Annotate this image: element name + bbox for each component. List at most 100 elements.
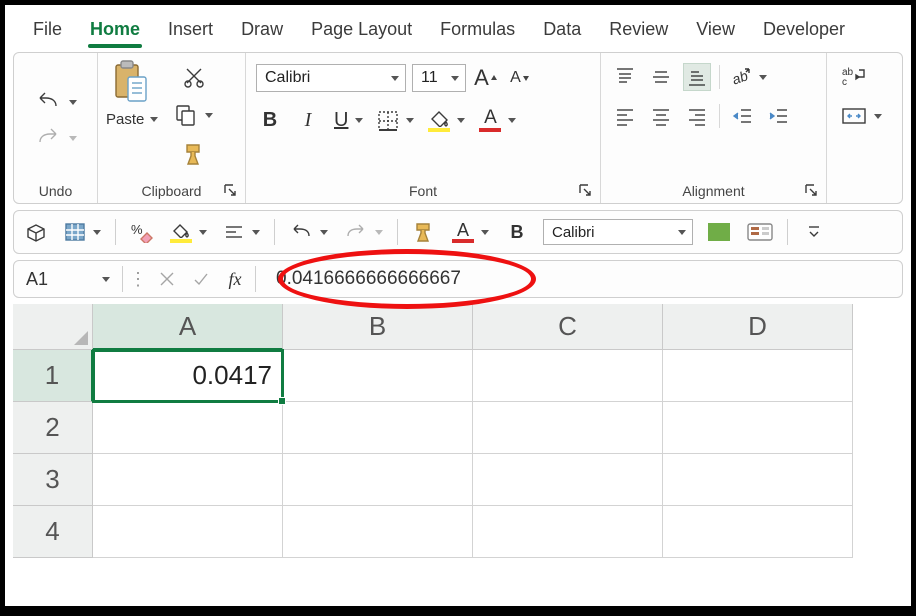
row-header-4[interactable]: 4 <box>13 506 93 558</box>
cell-d4[interactable] <box>663 506 853 558</box>
fill-handle[interactable] <box>278 397 286 405</box>
decrease-font-button[interactable]: A <box>506 65 534 91</box>
outdent-icon <box>731 105 753 127</box>
cell-a1[interactable]: 0.0417 <box>93 350 283 402</box>
align-middle-button[interactable] <box>647 64 675 90</box>
cell-d2[interactable] <box>663 402 853 454</box>
font-launcher[interactable] <box>578 183 592 197</box>
cell-a4[interactable] <box>93 506 283 558</box>
qat-percent-button[interactable]: % <box>128 219 156 245</box>
font-color-icon: A <box>479 109 501 127</box>
col-header-d[interactable]: D <box>663 304 853 350</box>
redo-icon <box>344 223 368 241</box>
fx-icon: fx <box>229 269 242 290</box>
x-icon <box>158 270 176 288</box>
cell-d1[interactable] <box>663 350 853 402</box>
decrease-indent-button[interactable] <box>728 103 756 129</box>
cancel-formula-button[interactable] <box>153 266 181 292</box>
fill-color-button[interactable] <box>426 107 467 134</box>
font-name-value: Calibri <box>265 69 310 87</box>
align-bottom-button[interactable] <box>683 63 711 91</box>
name-box-value: A1 <box>26 269 48 290</box>
tab-home[interactable]: Home <box>76 13 154 50</box>
tab-insert[interactable]: Insert <box>154 13 227 50</box>
quick-access-toolbar: % A B Calibri <box>13 210 903 254</box>
name-box[interactable]: A1 <box>20 269 116 290</box>
align-right-button[interactable] <box>683 103 711 129</box>
formula-input[interactable]: 0.0416666666666667 <box>262 268 461 290</box>
cell-c2[interactable] <box>473 402 663 454</box>
tab-developer[interactable]: Developer <box>749 13 859 50</box>
insert-function-button[interactable]: fx <box>221 266 249 292</box>
align-left-icon <box>614 105 636 127</box>
qat-fillcolor-button[interactable] <box>168 219 209 245</box>
cut-button[interactable] <box>180 63 208 91</box>
align-left-button[interactable] <box>611 103 639 129</box>
cell-a2[interactable] <box>93 402 283 454</box>
qat-customize-button[interactable] <box>800 219 828 245</box>
qat-redo-button[interactable] <box>342 219 385 245</box>
tab-formulas[interactable]: Formulas <box>426 13 529 50</box>
font-name-select[interactable]: Calibri <box>256 64 406 92</box>
paste-icon <box>112 59 152 105</box>
redo-button[interactable] <box>32 125 79 151</box>
underline-button[interactable]: U <box>332 107 365 134</box>
cell-b3[interactable] <box>283 454 473 506</box>
qat-form-button[interactable] <box>745 219 775 245</box>
paste-button[interactable]: Paste <box>106 59 158 128</box>
clipboard-launcher[interactable] <box>223 183 237 197</box>
increase-font-button[interactable]: A <box>472 63 500 93</box>
format-painter-button[interactable] <box>179 139 209 169</box>
align-center-button[interactable] <box>647 103 675 129</box>
tab-draw[interactable]: Draw <box>227 13 297 50</box>
enter-formula-button[interactable] <box>187 266 215 292</box>
cell-a3[interactable] <box>93 454 283 506</box>
qat-bold-button[interactable]: B <box>503 219 531 245</box>
col-header-b[interactable]: B <box>283 304 473 350</box>
qat-align-button[interactable] <box>221 219 262 245</box>
undo-button[interactable] <box>32 89 79 115</box>
cell-c4[interactable] <box>473 506 663 558</box>
qat-undo-button[interactable] <box>287 219 330 245</box>
tab-data[interactable]: Data <box>529 13 595 50</box>
bold-button[interactable]: B <box>256 107 284 134</box>
qat-fontcolor-button[interactable]: A <box>450 219 491 245</box>
cell-b2[interactable] <box>283 402 473 454</box>
redo-icon <box>34 128 62 148</box>
qat-3d-button[interactable] <box>22 219 50 245</box>
row-header-3[interactable]: 3 <box>13 454 93 506</box>
merge-center-button[interactable] <box>839 103 884 129</box>
qat-font-select[interactable]: Calibri <box>543 219 693 245</box>
increase-indent-button[interactable] <box>764 103 792 129</box>
cell-b4[interactable] <box>283 506 473 558</box>
cell-c3[interactable] <box>473 454 663 506</box>
tab-file[interactable]: File <box>19 13 76 50</box>
copy-button[interactable] <box>172 101 215 129</box>
borders-button[interactable] <box>375 108 416 134</box>
qat-format-painter-button[interactable] <box>410 219 438 245</box>
orientation-button[interactable]: ab <box>728 64 769 90</box>
cell-b1[interactable] <box>283 350 473 402</box>
wrap-text-button[interactable]: abc <box>839 63 869 89</box>
tab-view[interactable]: View <box>682 13 749 50</box>
row-header-1[interactable]: 1 <box>13 350 93 402</box>
italic-button[interactable]: I <box>294 107 322 134</box>
qat-table-button[interactable] <box>62 219 103 245</box>
alignment-launcher[interactable] <box>804 183 818 197</box>
col-header-a[interactable]: A <box>93 304 283 350</box>
group-label-alignment: Alignment <box>609 181 818 199</box>
cell-d3[interactable] <box>663 454 853 506</box>
qat-fill-swatch[interactable] <box>705 219 733 245</box>
select-all-corner[interactable] <box>13 304 93 350</box>
font-size-value: 11 <box>421 69 438 87</box>
col-header-c[interactable]: C <box>473 304 663 350</box>
cell-c1[interactable] <box>473 350 663 402</box>
tab-page-layout[interactable]: Page Layout <box>297 13 426 50</box>
font-size-select[interactable]: 11 <box>412 64 466 92</box>
tab-review[interactable]: Review <box>595 13 682 50</box>
align-top-button[interactable] <box>611 64 639 90</box>
increase-font-icon: A <box>474 65 489 91</box>
row-header-2[interactable]: 2 <box>13 402 93 454</box>
font-color-button[interactable]: A <box>477 107 518 134</box>
align-right-icon <box>686 105 708 127</box>
